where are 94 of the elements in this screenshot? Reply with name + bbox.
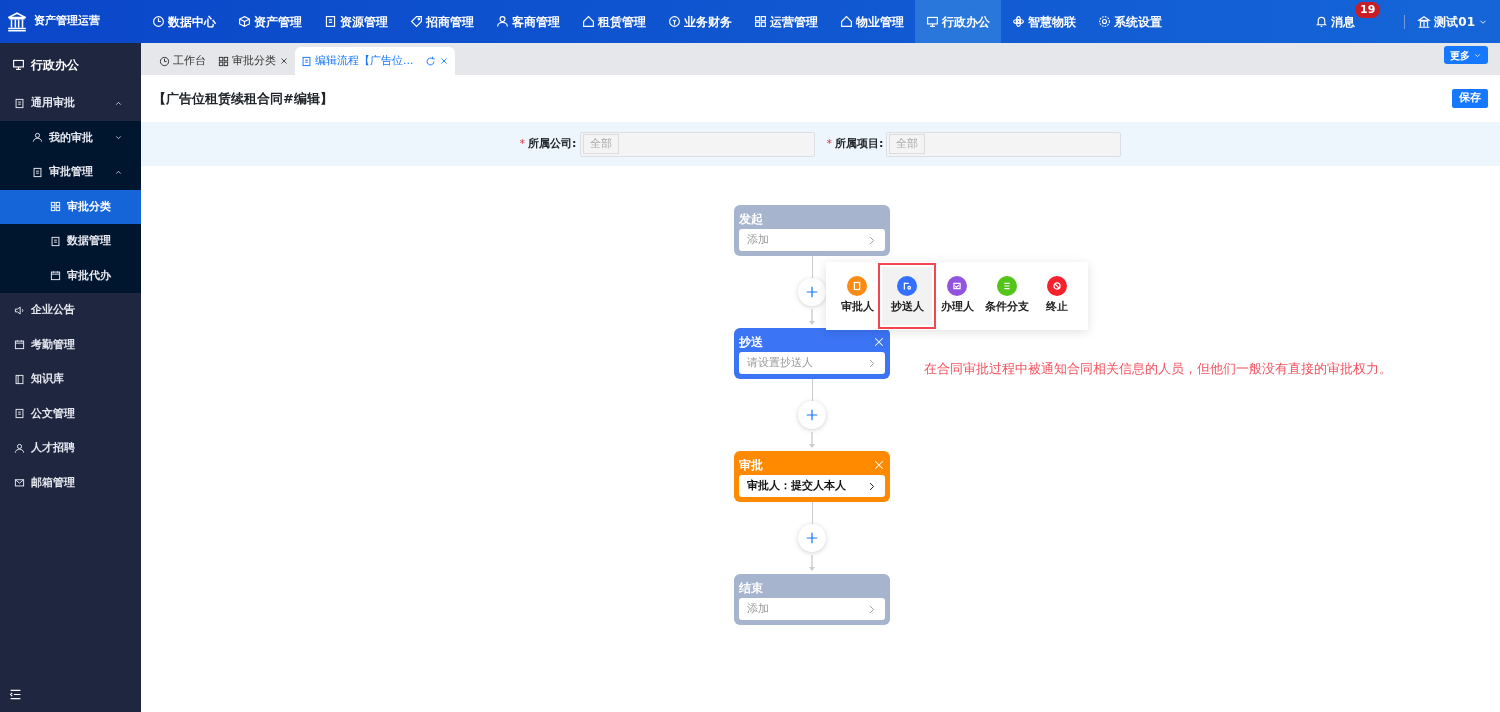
menu-option[interactable]: 条件分支 bbox=[982, 267, 1032, 325]
nav-tab[interactable]: 客商管理 bbox=[485, 0, 571, 43]
node-title: 审批 bbox=[739, 457, 763, 474]
plus-icon bbox=[805, 531, 819, 545]
plus-icon bbox=[805, 408, 819, 422]
tab[interactable]: 编辑流程【广告位... bbox=[295, 47, 455, 75]
calendar-icon bbox=[50, 270, 61, 282]
document-icon bbox=[50, 235, 61, 247]
save-button[interactable]: 保存 bbox=[1452, 89, 1488, 108]
sidebar-item[interactable]: 我的审批 bbox=[0, 120, 141, 155]
sidebar-item[interactable]: 邮箱管理 bbox=[0, 465, 141, 500]
document-icon bbox=[14, 408, 25, 420]
bell-icon bbox=[1315, 15, 1328, 28]
nav-tab[interactable]: 业务财务 bbox=[657, 0, 743, 43]
grid-icon bbox=[50, 201, 61, 213]
envelope-icon bbox=[14, 477, 25, 489]
menu-icon bbox=[9, 688, 22, 701]
node-field[interactable]: 审批人：提交人本人 bbox=[739, 475, 885, 497]
close-icon bbox=[279, 56, 289, 66]
document-icon bbox=[324, 15, 337, 28]
sidebar-item[interactable]: 公文管理 bbox=[0, 396, 141, 431]
calendar-icon bbox=[14, 339, 25, 351]
user-menu[interactable]: 测试01 bbox=[1417, 0, 1488, 43]
nav-tab[interactable]: 资产管理 bbox=[227, 0, 313, 43]
sidebar-item[interactable]: 数据管理 bbox=[0, 224, 141, 259]
nav-tab[interactable]: 物业管理 bbox=[829, 0, 915, 43]
add-node-button[interactable] bbox=[798, 524, 826, 552]
tab[interactable]: 工作台 bbox=[153, 47, 212, 75]
node-title: 抄送 bbox=[739, 334, 763, 351]
nav-tab[interactable]: 资源管理 bbox=[313, 0, 399, 43]
coin-icon bbox=[668, 15, 681, 28]
more-button[interactable]: 更多 bbox=[1444, 46, 1488, 64]
nav-tab[interactable]: 系统设置 bbox=[1087, 0, 1173, 43]
document-icon bbox=[301, 55, 312, 67]
close-icon bbox=[873, 459, 885, 471]
messages-button[interactable]: 消息 bbox=[1315, 0, 1355, 43]
bank-icon bbox=[6, 10, 28, 33]
user-icon bbox=[32, 132, 43, 144]
add-node-button[interactable] bbox=[798, 278, 826, 306]
user-icon bbox=[14, 442, 25, 454]
sidebar-item[interactable]: 审批代办 bbox=[0, 258, 141, 293]
tab[interactable]: 审批分类 bbox=[212, 47, 295, 75]
menu-option[interactable]: 终止 bbox=[1032, 267, 1082, 325]
monitor-icon bbox=[12, 58, 25, 71]
house-icon bbox=[582, 15, 595, 28]
field-label: 所属公司: bbox=[528, 135, 577, 152]
nav-tab[interactable]: 招商管理 bbox=[399, 0, 485, 43]
user-icon bbox=[496, 15, 509, 28]
nav-tab[interactable]: 行政办公 bbox=[915, 0, 1001, 43]
sidebar-item[interactable]: 企业公告 bbox=[0, 293, 141, 328]
sidebar-item[interactable]: 审批管理 bbox=[0, 155, 141, 190]
node-title: 发起 bbox=[739, 211, 763, 228]
nav-tab[interactable]: 运营管理 bbox=[743, 0, 829, 43]
cube-icon bbox=[238, 15, 251, 28]
clock-icon bbox=[152, 15, 165, 28]
plus-icon bbox=[805, 285, 819, 299]
sidebar-item[interactable]: 通用审批 bbox=[0, 86, 141, 121]
refresh-icon bbox=[424, 55, 436, 67]
required-mark: * bbox=[826, 135, 832, 152]
flow-node[interactable]: 抄送 请设置抄送人 bbox=[734, 328, 890, 379]
close-icon bbox=[873, 336, 885, 348]
atom-icon bbox=[1012, 15, 1025, 28]
grid-icon bbox=[218, 55, 229, 67]
tag-icon bbox=[410, 15, 423, 28]
page-title: 【广告位租赁续租合同#编辑】 bbox=[153, 89, 333, 108]
close-icon bbox=[438, 56, 449, 66]
sidebar-item[interactable]: 知识库 bbox=[0, 362, 141, 397]
speaker-icon bbox=[14, 304, 25, 316]
grid-icon bbox=[754, 15, 767, 28]
required-mark: * bbox=[519, 135, 526, 152]
sidebar-item[interactable]: 审批分类 bbox=[0, 189, 141, 224]
app-title: 资产管理运营 bbox=[34, 13, 100, 30]
field-label: 所属项目: bbox=[835, 135, 884, 152]
sidebar-item[interactable]: 人才招聘 bbox=[0, 431, 141, 466]
monitor-icon bbox=[926, 15, 939, 28]
menu-option[interactable]: 办理人 bbox=[932, 267, 982, 325]
flow-node[interactable]: 审批 审批人：提交人本人 bbox=[734, 451, 890, 502]
nav-tab[interactable]: 数据中心 bbox=[141, 0, 227, 43]
node-title: 结束 bbox=[739, 580, 763, 597]
document-icon bbox=[32, 166, 43, 178]
count-badge: 19 bbox=[1355, 2, 1381, 18]
add-node-button[interactable] bbox=[798, 401, 826, 429]
bank-icon bbox=[1417, 14, 1432, 29]
gear-icon bbox=[1098, 15, 1111, 28]
nav-tab[interactable]: 租赁管理 bbox=[571, 0, 657, 43]
house-icon bbox=[840, 15, 853, 28]
document-icon bbox=[14, 97, 25, 109]
sidebar-item[interactable]: 考勤管理 bbox=[0, 327, 141, 362]
sidebar-title: 行政办公 bbox=[31, 56, 79, 74]
annotation-text: 在合同审批过程中被通知合同相关信息的人员，但他们一般没有直接的审批权力。 bbox=[924, 360, 1392, 378]
tag: 全部 bbox=[582, 133, 619, 155]
tag: 全部 bbox=[889, 133, 926, 155]
book-icon bbox=[14, 373, 25, 385]
nav-tab[interactable]: 智慧物联 bbox=[1001, 0, 1087, 43]
